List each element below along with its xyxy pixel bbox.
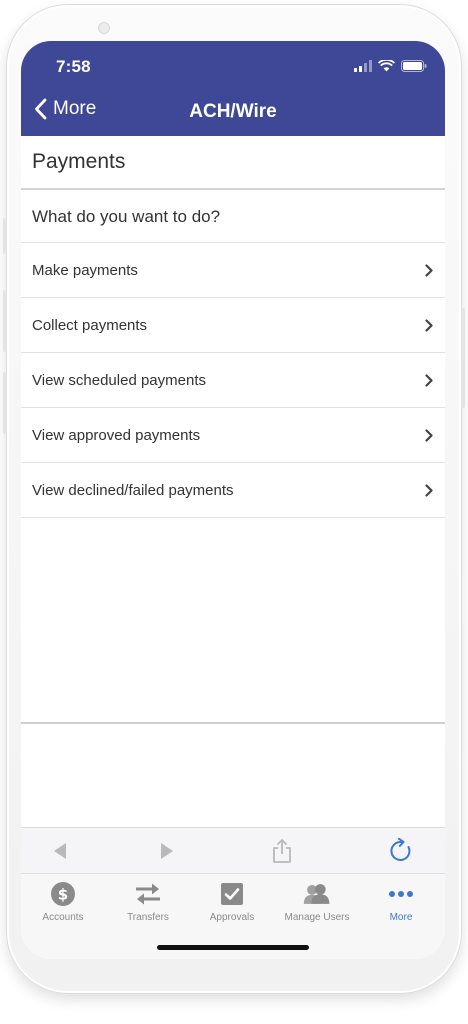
svg-text:$: $: [58, 886, 68, 904]
chevron-right-icon: [425, 373, 433, 387]
chevron-right-icon: [425, 318, 433, 332]
tab-label: Transfers: [127, 912, 169, 923]
battery-icon: [401, 60, 427, 72]
screen: 7:58 More ACH/Wire Payments What do you …: [21, 41, 445, 959]
chevron-right-icon: [425, 428, 433, 442]
cellular-signal-icon: [354, 60, 372, 72]
reload-icon: [390, 838, 411, 861]
page-title: ACH/Wire: [189, 101, 277, 122]
app-header: 7:58 More ACH/Wire: [21, 41, 445, 136]
volume-down-button: [3, 372, 7, 434]
tab-label: Approvals: [209, 912, 255, 923]
status-time: 7:58: [56, 57, 91, 76]
checkbox-icon: [218, 880, 246, 908]
menu-item-make-payments[interactable]: Make payments: [21, 243, 445, 298]
chevron-right-icon: [425, 263, 433, 277]
reload-button[interactable]: [386, 836, 416, 866]
tab-more[interactable]: More: [359, 880, 443, 928]
volume-up-button: [3, 290, 7, 352]
menu-item-collect-payments[interactable]: Collect payments: [21, 298, 445, 353]
users-icon: [303, 880, 331, 908]
tab-label: Accounts: [42, 912, 84, 923]
tab-approvals[interactable]: Approvals: [190, 880, 274, 928]
menu-item-label: View declined/failed payments: [32, 481, 234, 499]
transfer-arrows-icon: [134, 880, 162, 908]
prompt-text: What do you want to do?: [21, 191, 445, 243]
tab-transfers[interactable]: Transfers: [106, 880, 190, 928]
menu-item-label: Collect payments: [32, 316, 148, 334]
status-icons: [354, 60, 427, 72]
menu-item-label: View scheduled payments: [32, 371, 206, 389]
menu-item-view-approved-payments[interactable]: View approved payments: [21, 408, 445, 463]
menu-item-label: View approved payments: [32, 426, 201, 444]
browser-forward-button[interactable]: [152, 836, 182, 866]
front-camera: [98, 22, 110, 34]
triangle-right-icon: [161, 843, 173, 859]
share-button[interactable]: [267, 836, 297, 866]
payments-menu: Make payments Collect payments View sche…: [21, 243, 445, 518]
menu-item-view-declined-failed-payments[interactable]: View declined/failed payments: [21, 463, 445, 518]
browser-toolbar: [21, 827, 445, 873]
triangle-left-icon: [54, 843, 66, 859]
chevron-right-icon: [425, 483, 433, 497]
power-button: [461, 308, 465, 408]
dollar-circle-icon: $: [49, 880, 77, 908]
more-dots-icon: [387, 880, 415, 908]
menu-item-view-scheduled-payments[interactable]: View scheduled payments: [21, 353, 445, 408]
browser-back-button[interactable]: [45, 836, 75, 866]
tab-label: More: [389, 912, 413, 923]
tab-label: Manage Users: [284, 912, 350, 923]
content-divider: [21, 722, 445, 724]
side-button: [3, 218, 7, 254]
home-indicator[interactable]: [157, 945, 309, 950]
tab-manage-users[interactable]: Manage Users: [275, 880, 359, 928]
share-icon: [273, 839, 291, 863]
wifi-icon: [378, 60, 395, 72]
menu-item-label: Make payments: [32, 261, 138, 279]
section-title: Payments: [21, 136, 445, 190]
tab-accounts[interactable]: $ Accounts: [21, 880, 105, 928]
